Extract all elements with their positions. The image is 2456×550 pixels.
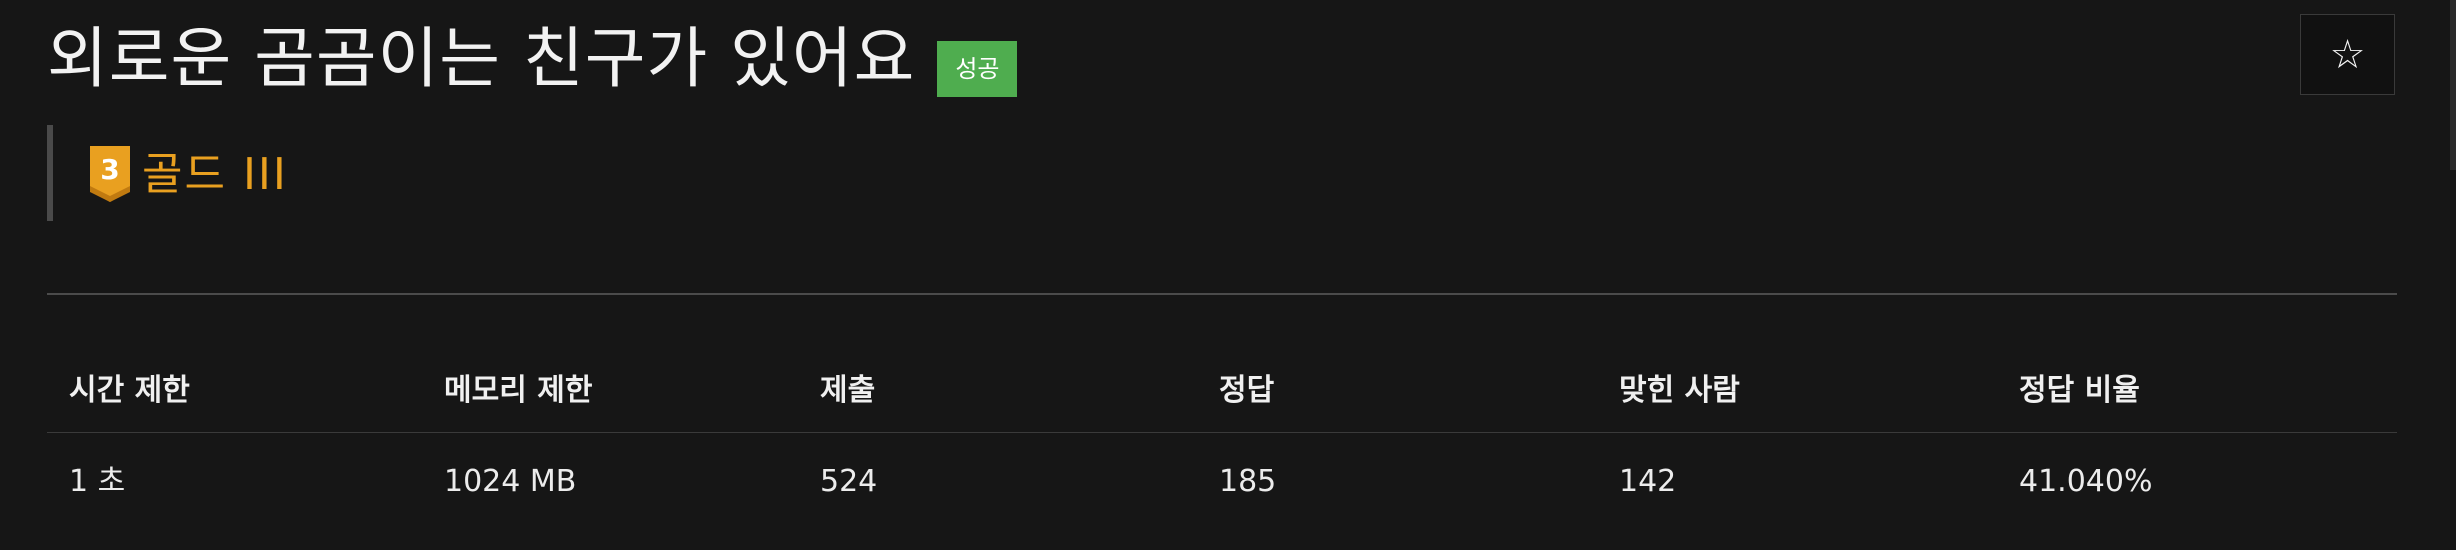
problem-info-table: 시간 제한 메모리 제한 제출 정답 맞힌 사람 정답 비율 1 초 1024 …	[47, 350, 2397, 515]
title-row: 외로운 곰곰이는 친구가 있어요 성공	[47, 14, 1018, 104]
tier-label: 골드 III	[142, 149, 288, 200]
submissions-value: 524	[820, 464, 878, 499]
scrollbar-track[interactable]	[2450, 0, 2456, 170]
tier-level-number: 3	[100, 153, 119, 186]
accepted-value: 185	[1219, 464, 1277, 499]
star-icon: ☆	[2329, 31, 2366, 78]
header-submissions: 제출	[820, 373, 876, 408]
memory-limit-value: 1024 MB	[444, 464, 577, 499]
table-header: 시간 제한 메모리 제한 제출 정답 맞힌 사람 정답 비율	[47, 350, 2397, 433]
header-accuracy: 정답 비율	[2019, 373, 2140, 408]
status-badge: 성공	[937, 41, 1018, 97]
problem-title: 외로운 곰곰이는 친구가 있어요	[47, 20, 916, 97]
accuracy-value: 41.040%	[2019, 464, 2153, 499]
solved-users-value: 142	[1619, 464, 1677, 499]
header-memory-limit: 메모리 제한	[444, 373, 593, 408]
divider	[47, 293, 2397, 295]
tier-block-border	[47, 125, 53, 221]
header-time-limit: 시간 제한	[69, 373, 190, 408]
header-accepted: 정답	[1219, 373, 1275, 408]
header-solved-users: 맞힌 사람	[1619, 373, 1740, 408]
problem-page: 외로운 곰곰이는 친구가 있어요 성공 ☆ 3 골드 III 시간 제한 메모리…	[0, 0, 2456, 550]
gold-tier-badge-icon: 3	[90, 146, 130, 204]
favorite-star-button[interactable]: ☆	[2300, 14, 2395, 95]
table-row: 1 초 1024 MB 524 185 142 41.040%	[47, 433, 2397, 515]
tier-row: 3 골드 III	[90, 146, 288, 204]
time-limit-value: 1 초	[69, 464, 126, 499]
